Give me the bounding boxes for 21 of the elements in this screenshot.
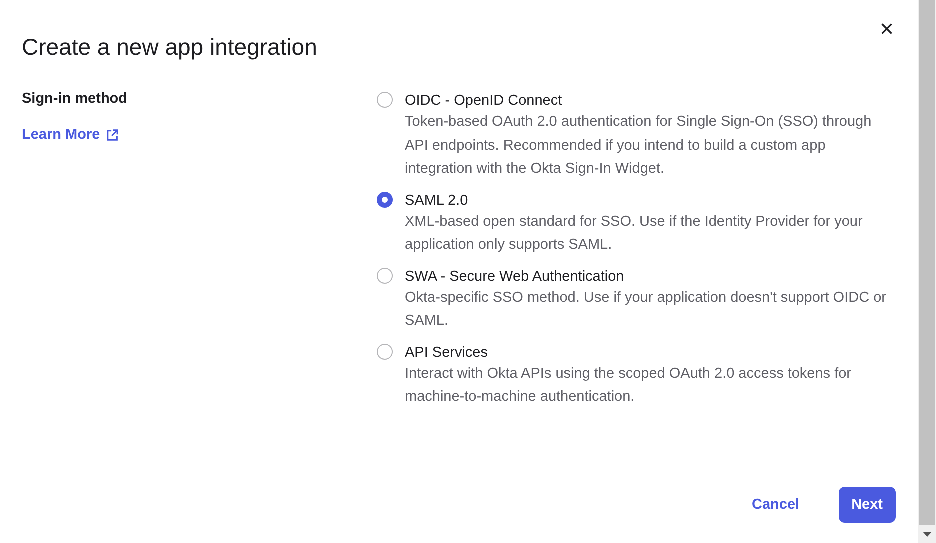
radio-button[interactable] [377,344,393,360]
option-description: Okta-specific SSO method. Use if your application doesn't support OIDC or SAML. [405,288,888,331]
radio-button[interactable] [377,268,393,284]
cancel-button[interactable]: Cancel [739,487,813,523]
option-label[interactable]: OIDC - OpenID Connect [405,91,895,111]
scrollbar[interactable] [918,0,936,543]
dialog-title: Create a new app integration [22,34,318,61]
option-description: XML-based open standard for SSO. Use if the Identity Provider for your application only supports SAML. [405,212,864,255]
scroll-down-icon[interactable] [922,532,932,536]
learn-more-link[interactable]: Learn More [22,127,120,143]
next-button[interactable]: Next [838,487,896,523]
field-label: Sign-in method [22,91,129,107]
option-label[interactable]: API Services [405,342,895,362]
external-link-icon [106,128,120,142]
close-button[interactable]: × [880,18,894,42]
radio-button[interactable] [377,192,393,208]
radio-button[interactable] [377,92,393,108]
option-label[interactable]: SAML 2.0 [405,190,895,210]
option-description: Token-based OAuth 2.0 authentication for Single Sign-On (SSO) through API endpoints. Recommended if you intend to build a custom app integration with the Okta Sign-In Widget. [405,113,873,179]
option-description: Interact with Okta APIs using the scoped OAuth 2.0 access tokens for machine-to-machine authentication. [405,364,853,407]
option-label[interactable]: SWA - Secure Web Authentication [405,266,895,286]
